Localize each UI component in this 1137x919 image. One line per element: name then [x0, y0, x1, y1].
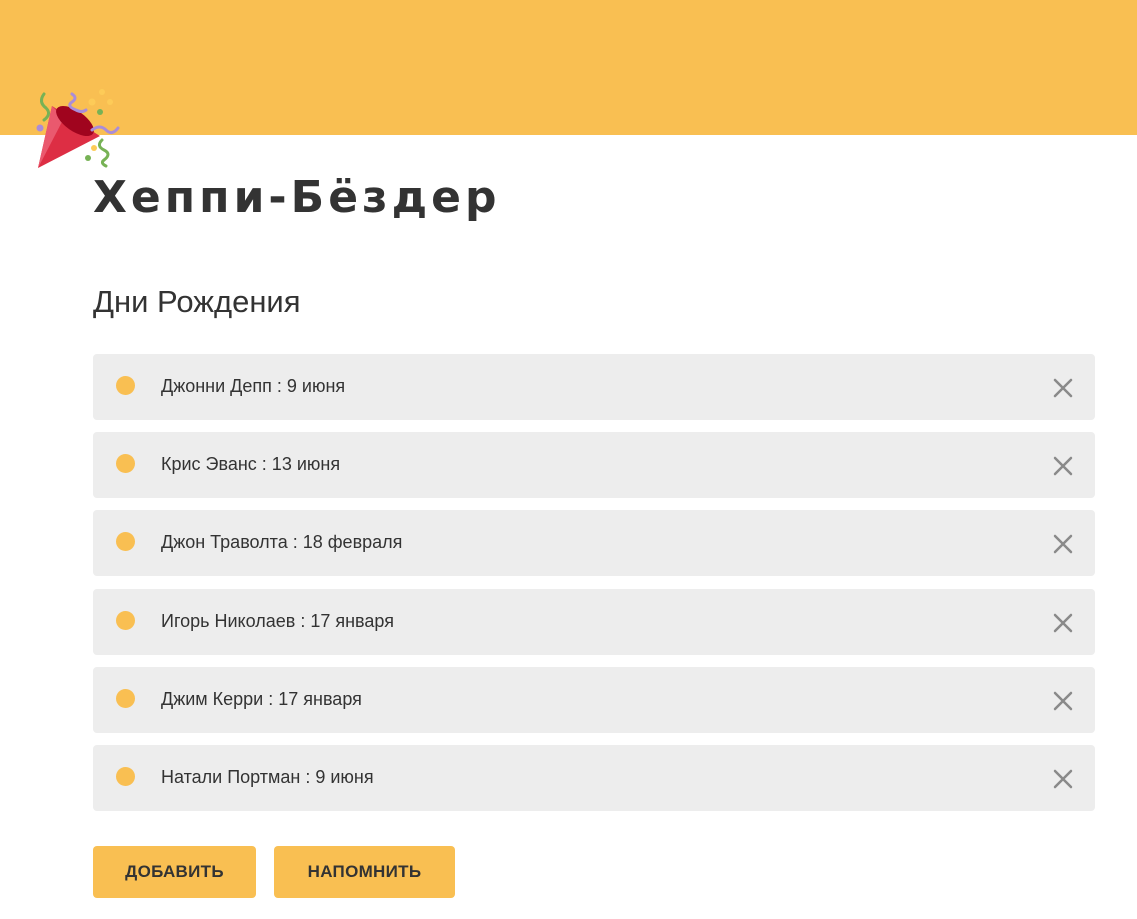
bullet-icon — [116, 766, 135, 786]
birthday-label: Натали Портман : 9 июня — [161, 766, 374, 787]
close-icon[interactable] — [1053, 769, 1073, 789]
list-item: Джонни Депп : 9 июня — [93, 354, 1095, 420]
birthday-label: Игорь Николаев : 17 января — [161, 610, 394, 631]
party-popper-icon — [30, 88, 120, 173]
close-icon[interactable] — [1053, 378, 1073, 398]
add-button[interactable]: ДОБАВИТЬ — [93, 846, 256, 898]
birthday-label: Джим Керри : 17 января — [161, 688, 362, 709]
birthday-list: Джонни Депп : 9 июня Крис Эванс : 13 июн… — [93, 354, 1095, 823]
close-icon[interactable] — [1053, 456, 1073, 476]
bullet-icon — [116, 688, 135, 708]
birthdays-heading: Дни Рождения — [93, 284, 301, 319]
close-icon[interactable] — [1053, 613, 1073, 633]
list-item: Натали Портман : 9 июня — [93, 744, 1095, 811]
list-item: Джим Керри : 17 января — [93, 666, 1095, 733]
app-title: Хеппи-Бёздер — [93, 172, 501, 223]
birthday-label: Джонни Депп : 9 июня — [161, 376, 346, 396]
close-icon[interactable] — [1053, 691, 1073, 711]
bullet-icon — [116, 376, 135, 395]
close-icon[interactable] — [1053, 534, 1073, 554]
list-item: Крис Эванс : 13 июня — [93, 432, 1095, 499]
bullet-icon — [116, 610, 135, 630]
list-item: Джон Траволта : 18 февраля — [93, 510, 1095, 577]
bullet-icon — [116, 532, 135, 552]
remind-button[interactable]: НАПОМНИТЬ — [274, 846, 455, 898]
birthday-label: Джон Траволта : 18 февраля — [161, 532, 403, 553]
top-banner — [0, 0, 1137, 135]
birthday-label: Крис Эванс : 13 июня — [161, 454, 341, 475]
list-item: Игорь Николаев : 17 января — [93, 588, 1095, 655]
bullet-icon — [116, 454, 135, 474]
